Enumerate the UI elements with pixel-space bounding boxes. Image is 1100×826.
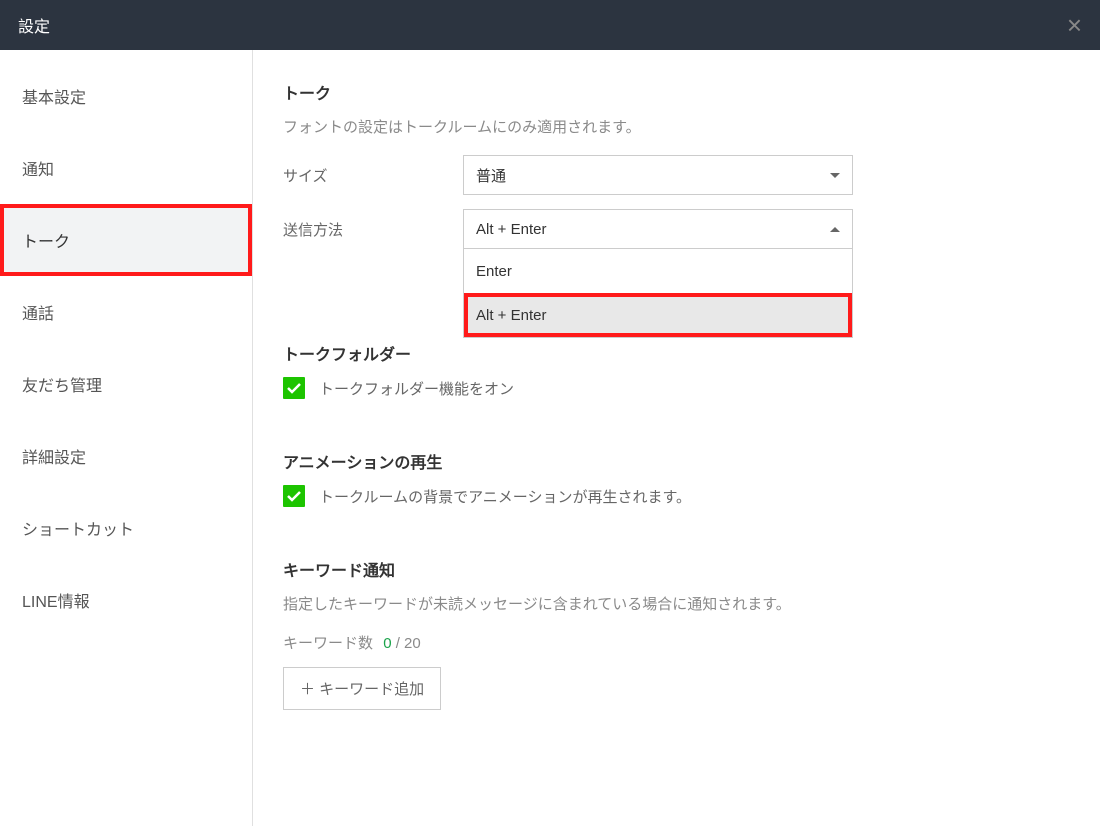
sidebar-item-basic[interactable]: 基本設定 <box>0 60 252 132</box>
add-keyword-button[interactable]: ＋ キーワード追加 <box>283 667 441 710</box>
checkbox-row-folder: トークフォルダー機能をオン <box>283 377 1060 399</box>
section-desc-keyword: 指定したキーワードが未読メッセージに含まれている場合に通知されます。 <box>283 593 1060 614</box>
label-size: サイズ <box>283 165 463 186</box>
row-size: サイズ 普通 <box>283 155 1060 195</box>
dropdown-list-send: Enter Alt + Enter <box>463 249 853 338</box>
select-size-value: 普通 <box>476 165 506 186</box>
section-desc-talk: フォントの設定はトークルームにのみ適用されます。 <box>283 116 1060 137</box>
option-alt-enter[interactable]: Alt + Enter <box>464 293 852 337</box>
checkmark-icon <box>287 491 301 502</box>
section-title-folder: トークフォルダー <box>283 341 1060 365</box>
caret-up-icon <box>830 227 840 232</box>
checkbox-label-folder: トークフォルダー機能をオン <box>319 378 514 399</box>
section-keyword: キーワード通知 指定したキーワードが未読メッセージに含まれている場合に通知されま… <box>283 557 1060 710</box>
checkbox-row-animation: トークルームの背景でアニメーションが再生されます。 <box>283 485 1060 507</box>
label-send: 送信方法 <box>283 219 463 240</box>
section-title-animation: アニメーションの再生 <box>283 449 1060 473</box>
sidebar-item-lineinfo[interactable]: LINE情報 <box>0 564 252 636</box>
checkbox-folder[interactable] <box>283 377 305 399</box>
sidebar-item-call[interactable]: 通話 <box>0 276 252 348</box>
keyword-count-max: / 20 <box>396 635 421 652</box>
section-animation: アニメーションの再生 トークルームの背景でアニメーションが再生されます。 <box>283 449 1060 507</box>
sidebar-item-friends[interactable]: 友だち管理 <box>0 348 252 420</box>
sidebar-item-notify[interactable]: 通知 <box>0 132 252 204</box>
section-talk: トーク フォントの設定はトークルームにのみ適用されます。 サイズ 普通 送信方法… <box>283 80 1060 249</box>
main-content: トーク フォントの設定はトークルームにのみ適用されます。 サイズ 普通 送信方法… <box>253 50 1100 826</box>
body: 基本設定 通知 トーク 通話 友だち管理 詳細設定 ショートカット LINE情報… <box>0 50 1100 826</box>
keyword-count-current: 0 <box>383 635 391 652</box>
checkbox-label-animation: トークルームの背景でアニメーションが再生されます。 <box>319 486 691 507</box>
caret-down-icon <box>830 173 840 178</box>
close-icon[interactable]: × <box>1067 10 1082 41</box>
section-title-keyword: キーワード通知 <box>283 557 1060 581</box>
window-title: 設定 <box>18 13 50 37</box>
keyword-count: キーワード数 0 / 20 <box>283 632 1060 653</box>
sidebar-item-advanced[interactable]: 詳細設定 <box>0 420 252 492</box>
sidebar: 基本設定 通知 トーク 通話 友だち管理 詳細設定 ショートカット LINE情報 <box>0 50 253 826</box>
keyword-count-label: キーワード数 <box>283 635 373 652</box>
header-bar: 設定 × <box>0 0 1100 50</box>
checkbox-animation[interactable] <box>283 485 305 507</box>
select-size[interactable]: 普通 <box>463 155 853 195</box>
dropdown-send: Alt + Enter Enter Alt + Enter <box>463 209 853 249</box>
row-send: 送信方法 Alt + Enter Enter Alt + Enter <box>283 209 1060 249</box>
checkmark-icon <box>287 383 301 394</box>
sidebar-item-talk[interactable]: トーク <box>0 204 252 276</box>
section-title-talk: トーク <box>283 80 1060 104</box>
option-enter[interactable]: Enter <box>464 249 852 293</box>
select-send-value: Alt + Enter <box>476 221 546 238</box>
select-send[interactable]: Alt + Enter <box>463 209 853 249</box>
sidebar-item-shortcut[interactable]: ショートカット <box>0 492 252 564</box>
